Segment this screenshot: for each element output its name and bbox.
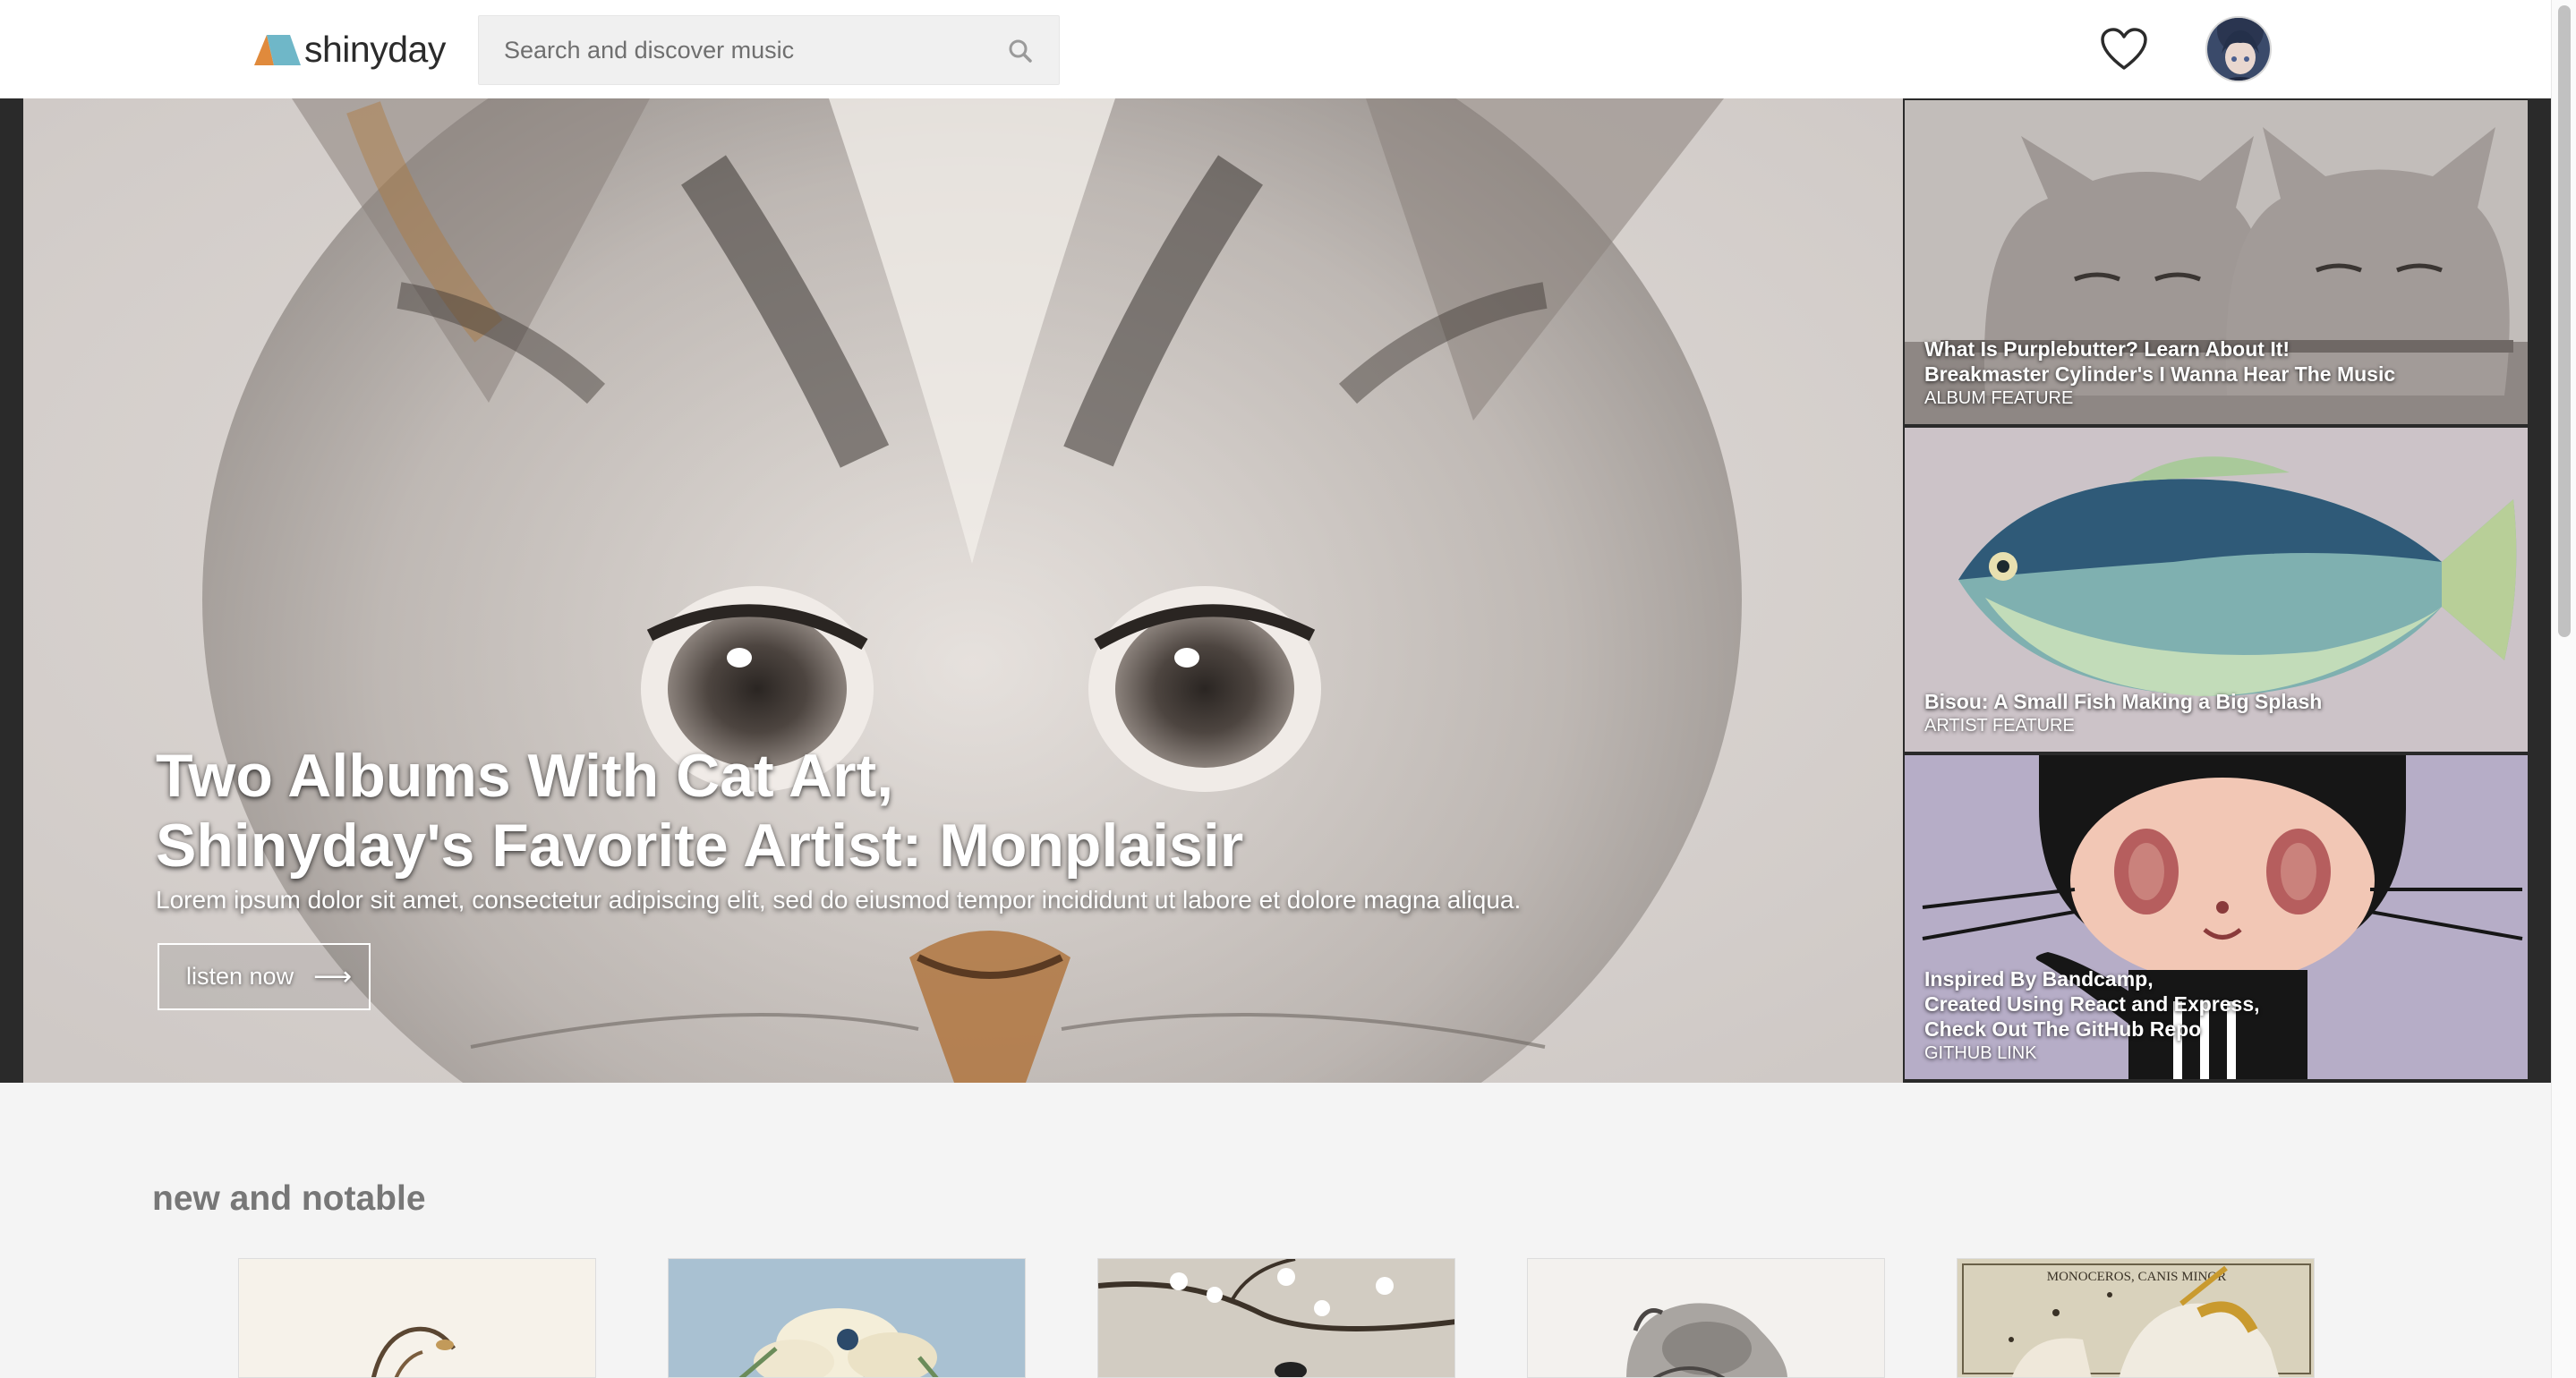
flowers-album-art <box>669 1259 1025 1377</box>
album-card[interactable]: MONOCEROS, CANIS MINOR <box>1957 1258 2315 1378</box>
search-icon[interactable] <box>1007 38 1034 64</box>
feature-card-github[interactable]: Inspired By Bandcamp, Created Using Reac… <box>1903 753 2529 1081</box>
hero-text: Two Albums With Cat Art, Shinyday's Favo… <box>156 741 1856 918</box>
new-and-notable-heading: new and notable <box>152 1179 426 1218</box>
hero-section: Two Albums With Cat Art, Shinyday's Favo… <box>0 98 2551 1083</box>
feature-title-line: Breakmaster Cylinder's I Wanna Hear The … <box>1924 362 2396 386</box>
logo-mark-icon <box>254 35 301 65</box>
feature-type: GITHUB LINK <box>1924 1043 2037 1063</box>
album-card[interactable] <box>668 1258 1026 1378</box>
listen-now-button[interactable]: listen now ⟶ <box>158 943 371 1010</box>
logo-text: shinyday <box>304 28 446 70</box>
search-input[interactable] <box>504 16 1005 84</box>
listen-now-label: listen now <box>186 963 294 990</box>
user-avatar[interactable] <box>2205 16 2272 82</box>
arrow-right-icon: ⟶ <box>313 962 353 991</box>
feature-title-line: Inspired By Bandcamp, <box>1924 967 2154 991</box>
feature-title-line: What Is Purplebutter? Learn About It! <box>1924 337 2290 361</box>
feature-card-text: Inspired By Bandcamp, Created Using Reac… <box>1924 966 2497 1065</box>
feature-title-line: Bisou: A Small Fish Making a Big Splash <box>1924 690 2323 713</box>
logo[interactable]: shinyday <box>254 27 446 72</box>
scrollbar-thumb[interactable] <box>2558 5 2571 637</box>
bird-album-art <box>239 1259 595 1377</box>
feature-sidebar: What Is Purplebutter? Learn About It! Br… <box>1903 98 2529 1083</box>
album-card[interactable] <box>238 1258 596 1378</box>
feature-title-line: Created Using React and Express, <box>1924 992 2260 1016</box>
constellation-caption: MONOCEROS, CANIS MINOR <box>2047 1270 2226 1284</box>
album-card[interactable] <box>1527 1258 1885 1378</box>
hero-feature[interactable]: Two Albums With Cat Art, Shinyday's Favo… <box>23 98 1903 1083</box>
page-scrollbar[interactable] <box>2551 0 2576 1378</box>
heart-icon[interactable] <box>2100 27 2148 72</box>
feature-type: ALBUM FEATURE <box>1924 388 2074 408</box>
hero-title-line1: Two Albums With Cat Art, <box>156 742 894 810</box>
feature-card-album[interactable]: What Is Purplebutter? Learn About It! Br… <box>1903 98 2529 426</box>
album-card[interactable] <box>1097 1258 1455 1378</box>
top-header: shinyday <box>0 0 2551 98</box>
blossom-album-art <box>1098 1259 1454 1377</box>
constellation-album-art: MONOCEROS, CANIS MINOR <box>1958 1259 2314 1377</box>
feature-card-artist[interactable]: Bisou: A Small Fish Making a Big Splash … <box>1903 426 2529 753</box>
kitten-illustration <box>23 98 1903 1083</box>
hero-subtitle: Lorem ipsum dolor sit amet, consectetur … <box>156 886 1522 914</box>
feature-card-text: What Is Purplebutter? Learn About It! Br… <box>1924 336 2497 410</box>
avatar-image <box>2207 18 2270 81</box>
hero-title-line2: Shinyday's Favorite Artist: Monplaisir <box>156 812 1244 880</box>
feature-type: ARTIST FEATURE <box>1924 716 2075 736</box>
feature-title-line: Check Out The GitHub Repo <box>1924 1017 2202 1041</box>
feature-card-text: Bisou: A Small Fish Making a Big Splash … <box>1924 689 2497 737</box>
search-box[interactable] <box>478 15 1060 85</box>
rodent-album-art <box>1528 1259 1884 1377</box>
